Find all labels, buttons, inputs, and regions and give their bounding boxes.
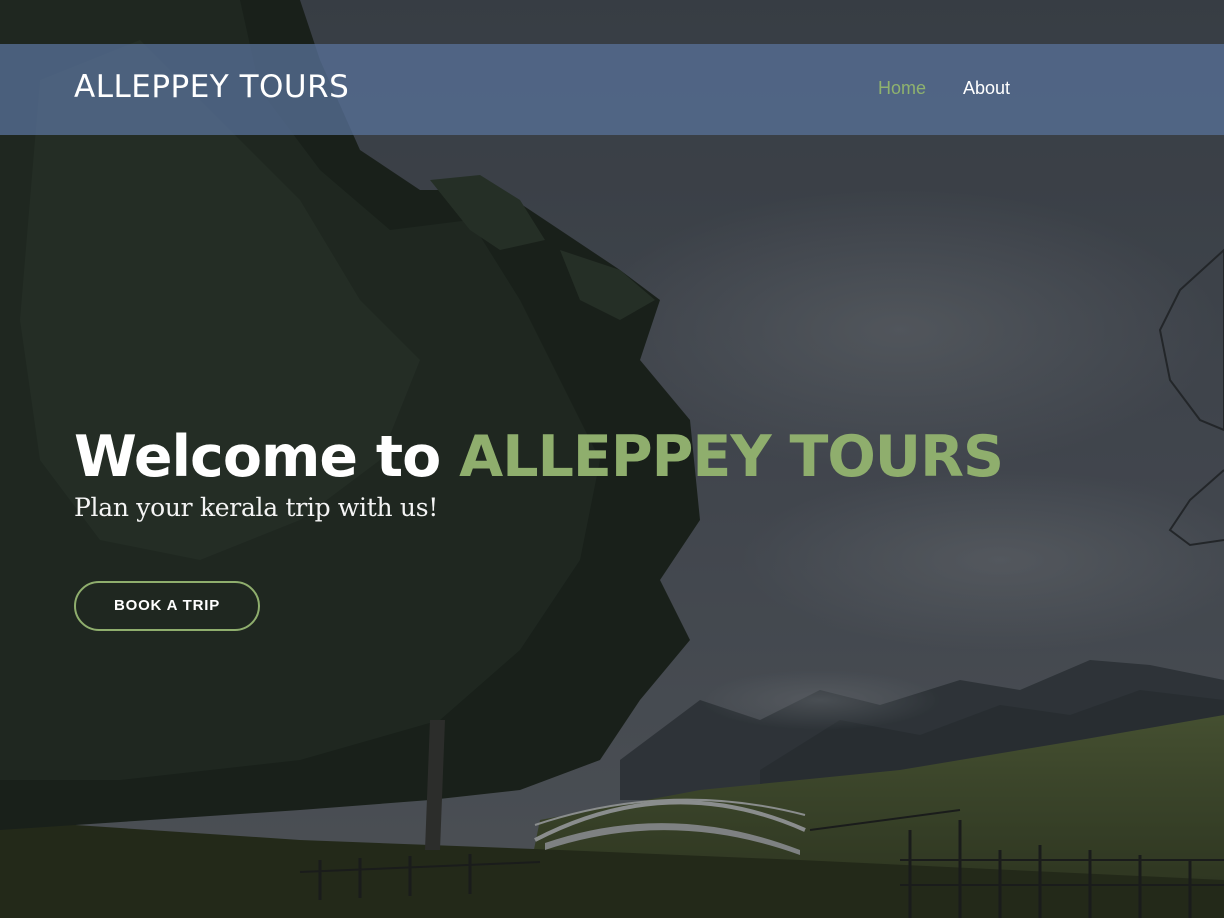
site-logo-text[interactable]: ALLEPPEY TOURS bbox=[74, 69, 349, 105]
hero-title-accent: ALLEPPEY TOURS bbox=[459, 424, 1004, 490]
book-a-trip-button[interactable]: BOOK A TRIP bbox=[74, 581, 260, 631]
main-nav: Home About bbox=[878, 78, 1010, 99]
nav-link-home[interactable]: Home bbox=[878, 78, 926, 99]
hero-title: Welcome to ALLEPPEY TOURS bbox=[74, 422, 1004, 492]
nav-link-about[interactable]: About bbox=[963, 78, 1010, 99]
hero-subtitle: Plan your kerala trip with us! bbox=[74, 493, 438, 522]
landing-page: ALLEPPEY TOURS Home About Welcome to ALL… bbox=[0, 0, 1224, 918]
site-header: ALLEPPEY TOURS Home About bbox=[0, 44, 1224, 135]
hero-title-prefix: Welcome to bbox=[74, 424, 460, 490]
